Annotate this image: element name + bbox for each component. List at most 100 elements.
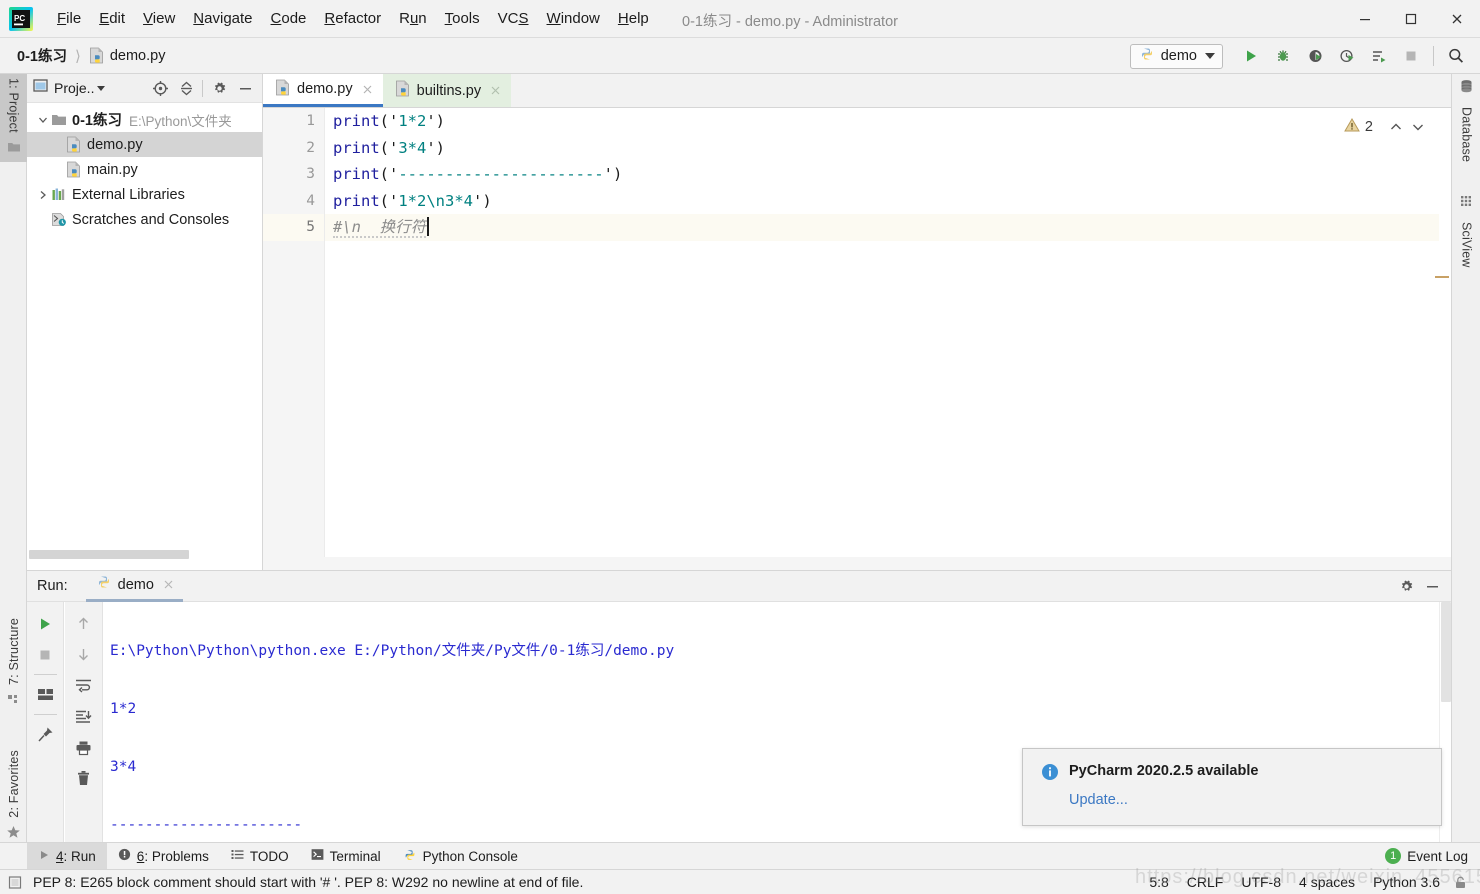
sidebar-item-project[interactable]: 1: Project <box>0 74 27 162</box>
code-token-close: ') <box>426 138 446 157</box>
menu-tools[interactable]: Tools <box>436 6 489 32</box>
tab-demo-py[interactable]: demo.py <box>263 74 383 107</box>
menu-file[interactable]: File <box>48 6 90 32</box>
indent-setting[interactable]: 4 spaces <box>1290 874 1364 890</box>
breadcrumb-file[interactable]: demo.py <box>86 45 169 66</box>
caret-position[interactable]: 5:8 <box>1140 874 1177 890</box>
event-log-badge: 1 <box>1385 848 1402 864</box>
chevron-down-icon[interactable] <box>35 115 50 125</box>
chevron-down-icon[interactable] <box>1407 116 1429 138</box>
menu-edit[interactable]: Edit <box>90 6 134 32</box>
settings-button[interactable] <box>206 75 232 101</box>
scroll-to-end-button[interactable] <box>69 701 99 732</box>
menu-window[interactable]: Window <box>538 6 609 32</box>
line-number-gutter[interactable]: 1 2 3 4 5 <box>263 108 325 570</box>
run-settings-button[interactable] <box>1393 574 1419 600</box>
soft-wrap-button[interactable] <box>69 670 99 701</box>
menu-navigate[interactable]: Navigate <box>184 6 261 32</box>
breadcrumb-project[interactable]: 0-1练习 <box>14 43 70 68</box>
bottom-tab-todo[interactable]: TODO <box>220 843 300 869</box>
code-text[interactable]: print('1*2') print('3*4') print('-------… <box>325 108 1451 570</box>
menu-refactor[interactable]: Refactor <box>315 6 390 32</box>
stop-button[interactable] <box>1395 41 1427 71</box>
profile-button[interactable] <box>1331 41 1363 71</box>
pin-tab-button[interactable] <box>30 719 60 750</box>
menu-view[interactable]: View <box>134 6 184 32</box>
file-encoding[interactable]: UTF-8 <box>1232 874 1290 890</box>
close-icon[interactable] <box>1434 0 1480 38</box>
breadcrumb-file-label: demo.py <box>109 47 166 64</box>
debug-button[interactable] <box>1267 41 1299 71</box>
editor-vertical-scrollbar[interactable] <box>1435 108 1451 570</box>
intention-bulb-icon[interactable] <box>342 192 468 236</box>
notification-balloon[interactable]: PyCharm 2020.2.5 available Update... <box>1022 748 1442 826</box>
code-token-comment: #\n 换行符 <box>333 218 427 238</box>
header-divider <box>202 79 203 97</box>
close-icon[interactable] <box>489 84 502 97</box>
warning-triangle-icon <box>1344 117 1360 138</box>
layout-button[interactable] <box>30 679 60 710</box>
down-the-stack-button[interactable] <box>69 639 99 670</box>
run-toolbar-right <box>65 602 103 843</box>
lock-icon[interactable] <box>1449 875 1472 890</box>
clear-all-button[interactable] <box>69 763 99 794</box>
sidebar-item-database[interactable]: Database <box>1452 76 1480 166</box>
tree-item-main-py[interactable]: main.py <box>27 157 262 182</box>
print-button[interactable] <box>69 732 99 763</box>
code-token-open: (' <box>379 165 399 183</box>
run-toolbar-left <box>27 602 64 843</box>
menu-code[interactable]: Code <box>262 6 316 32</box>
scrollbar-thumb[interactable] <box>1441 602 1451 702</box>
menu-help[interactable]: Help <box>609 6 658 32</box>
scrollbar-thumb[interactable] <box>29 550 189 559</box>
collapse-all-button[interactable] <box>173 75 199 101</box>
inspection-icon[interactable] <box>8 875 23 890</box>
hide-run-button[interactable] <box>1419 574 1445 600</box>
run-coverage-button[interactable] <box>1299 41 1331 71</box>
bottom-tab-python-console[interactable]: Python Console <box>392 843 529 869</box>
menu-vcs[interactable]: VCS <box>489 6 538 32</box>
menu-run[interactable]: Run <box>390 6 436 32</box>
chevron-down-icon[interactable] <box>97 85 106 91</box>
inspection-widget[interactable]: 2 <box>1344 116 1429 138</box>
line-separator[interactable]: CRLF <box>1178 874 1233 890</box>
minimize-icon[interactable] <box>1342 0 1388 38</box>
maximize-icon[interactable] <box>1388 0 1434 38</box>
up-the-stack-button[interactable] <box>69 608 99 639</box>
tab-builtins-py[interactable]: builtins.py <box>382 74 512 107</box>
sidebar-item-sciview[interactable]: SciView <box>1452 192 1480 272</box>
stop-button[interactable] <box>30 639 60 670</box>
sidebar-item-favorites[interactable]: 2: Favorites <box>0 746 27 848</box>
rerun-button[interactable] <box>30 608 60 639</box>
bottom-tab-label: 4: Run <box>56 848 96 864</box>
python-interpreter[interactable]: Python 3.6 <box>1364 874 1449 890</box>
code-token-string: 1*2 <box>398 112 427 130</box>
sidebar-item-structure[interactable]: 7: Structure <box>0 614 27 714</box>
hide-panel-button[interactable] <box>232 75 258 101</box>
python-console-icon <box>403 848 417 865</box>
tree-item-scratches-and-consoles[interactable]: Scratches and Consoles <box>27 207 262 232</box>
bottom-tab-run[interactable]: 4: Run <box>27 843 107 869</box>
status-message: PEP 8: E265 block comment should start w… <box>33 874 584 890</box>
bottom-tab-problems[interactable]: 6: Problems <box>107 843 220 869</box>
close-icon[interactable] <box>361 83 374 96</box>
locate-button[interactable] <box>147 75 173 101</box>
error-stripe-marker[interactable] <box>1435 276 1449 278</box>
search-everywhere-button[interactable] <box>1440 41 1472 71</box>
chevron-right-icon[interactable] <box>35 190 50 200</box>
tree-item-project-root[interactable]: 0-1练习 E:\Python\文件夹 <box>27 107 262 132</box>
tree-item-demo-py[interactable]: demo.py <box>27 132 262 157</box>
run-button[interactable] <box>1235 41 1267 71</box>
editor-horizontal-scrollbar[interactable] <box>263 557 1451 570</box>
event-log-area[interactable]: 1 Event Log <box>1385 843 1480 869</box>
close-icon[interactable] <box>162 578 175 591</box>
project-horizontal-scrollbar[interactable] <box>27 549 263 561</box>
run-tab-demo[interactable]: demo <box>85 571 183 602</box>
run-configuration-selector[interactable]: demo <box>1129 43 1223 69</box>
tree-item-external-libraries[interactable]: External Libraries <box>27 182 262 207</box>
run-with-console-button[interactable] <box>1363 41 1395 71</box>
code-editor[interactable]: 1 2 3 4 5 print('1*2') print('3*4') prin… <box>263 108 1451 570</box>
chevron-up-icon[interactable] <box>1385 116 1407 138</box>
bottom-tab-terminal[interactable]: Terminal <box>300 843 392 869</box>
notification-update-link[interactable]: Update... <box>1069 792 1441 808</box>
